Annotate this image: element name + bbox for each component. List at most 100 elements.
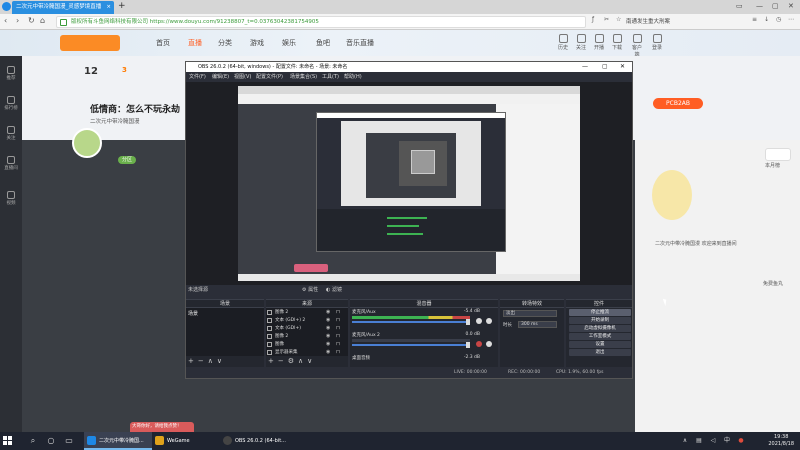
taskbar-app-obs[interactable]: OBS 26.0.2 (64-bit... xyxy=(220,432,286,450)
forward-icon[interactable]: › xyxy=(16,16,19,25)
obs-preview-canvas[interactable] xyxy=(186,82,632,285)
sidebar-item-rooms[interactable]: 直播间 xyxy=(3,156,19,171)
taskbar-app-browser[interactable]: 二次元中带冷腌国... xyxy=(84,432,152,450)
volume-slider[interactable] xyxy=(352,344,470,346)
volume-slider-handle[interactable] xyxy=(466,342,470,348)
anchor-avatar[interactable] xyxy=(72,128,102,158)
menu-icon[interactable]: ≡ xyxy=(752,16,757,23)
sources-toolbar[interactable]: +−⚙∧∨ xyxy=(268,357,316,365)
source-item[interactable]: 图像 2 ◉ ⊓ xyxy=(266,309,346,316)
obs-close-icon[interactable]: ✕ xyxy=(620,62,625,72)
mute-icon[interactable] xyxy=(476,341,482,347)
network-icon[interactable]: ▤ xyxy=(694,435,704,446)
follow-button[interactable]: PCB2AB xyxy=(653,98,703,109)
nav-live[interactable]: 直播 xyxy=(188,38,202,48)
source-item[interactable]: 图像 ◉ ⊓ xyxy=(266,341,346,348)
back-icon[interactable]: ‹ xyxy=(4,16,7,25)
login-button[interactable]: 登录 xyxy=(650,34,664,51)
antivirus-icon[interactable]: ● xyxy=(736,435,746,446)
anchor-name[interactable]: 二次元中带冷腌国漫 xyxy=(90,117,140,125)
scenes-toolbar[interactable]: +−∧∨ xyxy=(188,357,226,365)
settings-button[interactable]: 设置 xyxy=(569,341,631,348)
menu-profile[interactable]: 配置文件(P) xyxy=(256,72,283,82)
extension-icon[interactable]: ƒ xyxy=(592,16,594,23)
nav-yuba[interactable]: 鱼吧 xyxy=(316,38,330,48)
start-stream-button[interactable]: 开播 xyxy=(592,34,606,51)
menu-edit[interactable]: 编辑(E) xyxy=(212,72,229,82)
filters-button[interactable]: ◐ 滤镜 xyxy=(326,286,342,293)
transition-select[interactable]: 淡出 xyxy=(503,310,557,317)
home-icon[interactable]: ⌂ xyxy=(40,16,45,25)
menu-tools[interactable]: 工具(T) xyxy=(322,72,339,82)
scene-item[interactable]: 场景 xyxy=(188,310,198,317)
stop-streaming-button[interactable]: 停止推流 xyxy=(569,309,631,316)
close-window-icon[interactable]: ✕ xyxy=(788,2,794,10)
start-recording-button[interactable]: 开始录制 xyxy=(569,317,631,324)
free-gift-badge[interactable]: 免费鱼丸 xyxy=(763,280,783,287)
properties-button[interactable]: ⚙ 属性 xyxy=(302,286,318,293)
sidebar-item-video[interactable]: 视频 xyxy=(3,191,19,206)
volume-slider-handle[interactable] xyxy=(466,319,470,325)
download-app-button[interactable]: 下载 xyxy=(610,34,624,51)
menu-file[interactable]: 文件(F) xyxy=(189,72,206,82)
virtual-camera-button[interactable]: 启动虚拟摄像机 xyxy=(569,325,631,332)
maximize-icon[interactable]: ▢ xyxy=(772,2,779,10)
source-item[interactable]: 图像 2 ◉ ⊓ xyxy=(266,333,346,340)
sidebar-item-recommend[interactable]: 推荐 xyxy=(3,66,19,81)
nav-category[interactable]: 分类 xyxy=(218,38,232,48)
sources-list[interactable]: 图像 2 ◉ ⊓ 文本 (GDI+) 2 ◉ ⊓ 文本 (GDI+) ◉ ⊓ 图像 2 ◉ ⊓ … xyxy=(266,308,348,356)
new-tab-button[interactable]: + xyxy=(118,1,126,11)
taskbar-app-wegame[interactable]: WeGame xyxy=(152,432,220,450)
clock[interactable]: 19:38 2021/8/18 xyxy=(768,434,794,448)
gear-icon[interactable] xyxy=(486,341,492,347)
history-button[interactable]: 历史 xyxy=(556,34,570,51)
exit-button[interactable]: 退出 xyxy=(569,349,631,356)
refresh-icon[interactable]: ↻ xyxy=(28,16,35,25)
douyu-logo[interactable] xyxy=(60,35,120,51)
nav-game[interactable]: 游戏 xyxy=(250,38,264,48)
obs-maximize-icon[interactable]: ▢ xyxy=(602,62,608,72)
url-input[interactable]: 版权所有斗鱼网络科技有限公司 https://www.douyu.com/912… xyxy=(56,16,586,28)
cortana-icon[interactable]: ○ xyxy=(46,435,56,446)
minimize-icon[interactable]: — xyxy=(756,2,763,10)
ime-icon[interactable]: 中 xyxy=(722,435,732,446)
sidebar-item-follow[interactable]: 关注 xyxy=(3,126,19,141)
scenes-list[interactable]: 场景 xyxy=(186,308,264,356)
pin-icon[interactable]: ▭ xyxy=(736,2,743,10)
more-icon[interactable]: ⋯ xyxy=(788,16,794,23)
source-item[interactable]: 显示器采集 ◉ ⊓ xyxy=(266,349,346,356)
follow-list-button[interactable]: 关注 xyxy=(574,34,588,51)
menu-view[interactable]: 视图(V) xyxy=(234,72,251,82)
close-tab-icon[interactable]: × xyxy=(106,1,111,14)
nav-home[interactable]: 首页 xyxy=(156,38,170,48)
room-title: 低情商：怎么不玩永劫 xyxy=(90,105,181,115)
gear-icon[interactable] xyxy=(486,318,492,324)
source-item[interactable]: 文本 (GDI+) 2 ◉ ⊓ xyxy=(266,317,346,324)
category-tag[interactable]: 分区 xyxy=(118,156,137,164)
volume-icon[interactable]: ◁ xyxy=(708,435,718,446)
client-button[interactable]: 客户端 xyxy=(630,34,644,58)
menu-scene-collection[interactable]: 场景集合(S) xyxy=(290,72,317,82)
obs-minimize-icon[interactable]: — xyxy=(582,62,588,72)
sidebar-item-rank[interactable]: 排行榜 xyxy=(3,96,19,111)
source-item[interactable]: 文本 (GDI+) ◉ ⊓ xyxy=(266,325,346,332)
search-input[interactable]: 南通发生重大刑案 xyxy=(626,16,746,28)
search-icon[interactable]: ⌕ xyxy=(28,435,38,446)
duration-input[interactable]: 300 ms xyxy=(518,321,557,328)
studio-mode-button[interactable]: 工作室模式 xyxy=(569,333,631,340)
menu-help[interactable]: 帮助(H) xyxy=(344,72,362,82)
history-icon[interactable]: ◷ xyxy=(776,16,781,23)
nav-entertainment[interactable]: 娱乐 xyxy=(282,38,296,48)
nav-music[interactable]: 音乐直播 xyxy=(346,38,374,48)
mixer-channel-mic2: 麦克风/Aux 2 0.0 dB xyxy=(352,332,494,352)
tray-expand-icon[interactable]: ∧ xyxy=(680,435,690,446)
cut-icon[interactable]: ✂ xyxy=(604,16,609,23)
star-icon[interactable]: ☆ xyxy=(616,16,621,23)
audio-mixer-dock: 混音器 麦克风/Aux -5.4 dB 麦克风/Aux 2 0.0 dB 桌面音… xyxy=(350,299,498,367)
download-icon[interactable]: ↓ xyxy=(764,16,769,23)
speaker-icon[interactable] xyxy=(476,318,482,324)
volume-slider[interactable] xyxy=(352,321,470,323)
task-view-icon[interactable]: ▭ xyxy=(64,435,74,446)
browser-tab-active[interactable]: 二次元中带冷腌国漫_灵感梦境直播 × xyxy=(12,1,114,14)
windows-start-icon[interactable] xyxy=(3,436,12,445)
